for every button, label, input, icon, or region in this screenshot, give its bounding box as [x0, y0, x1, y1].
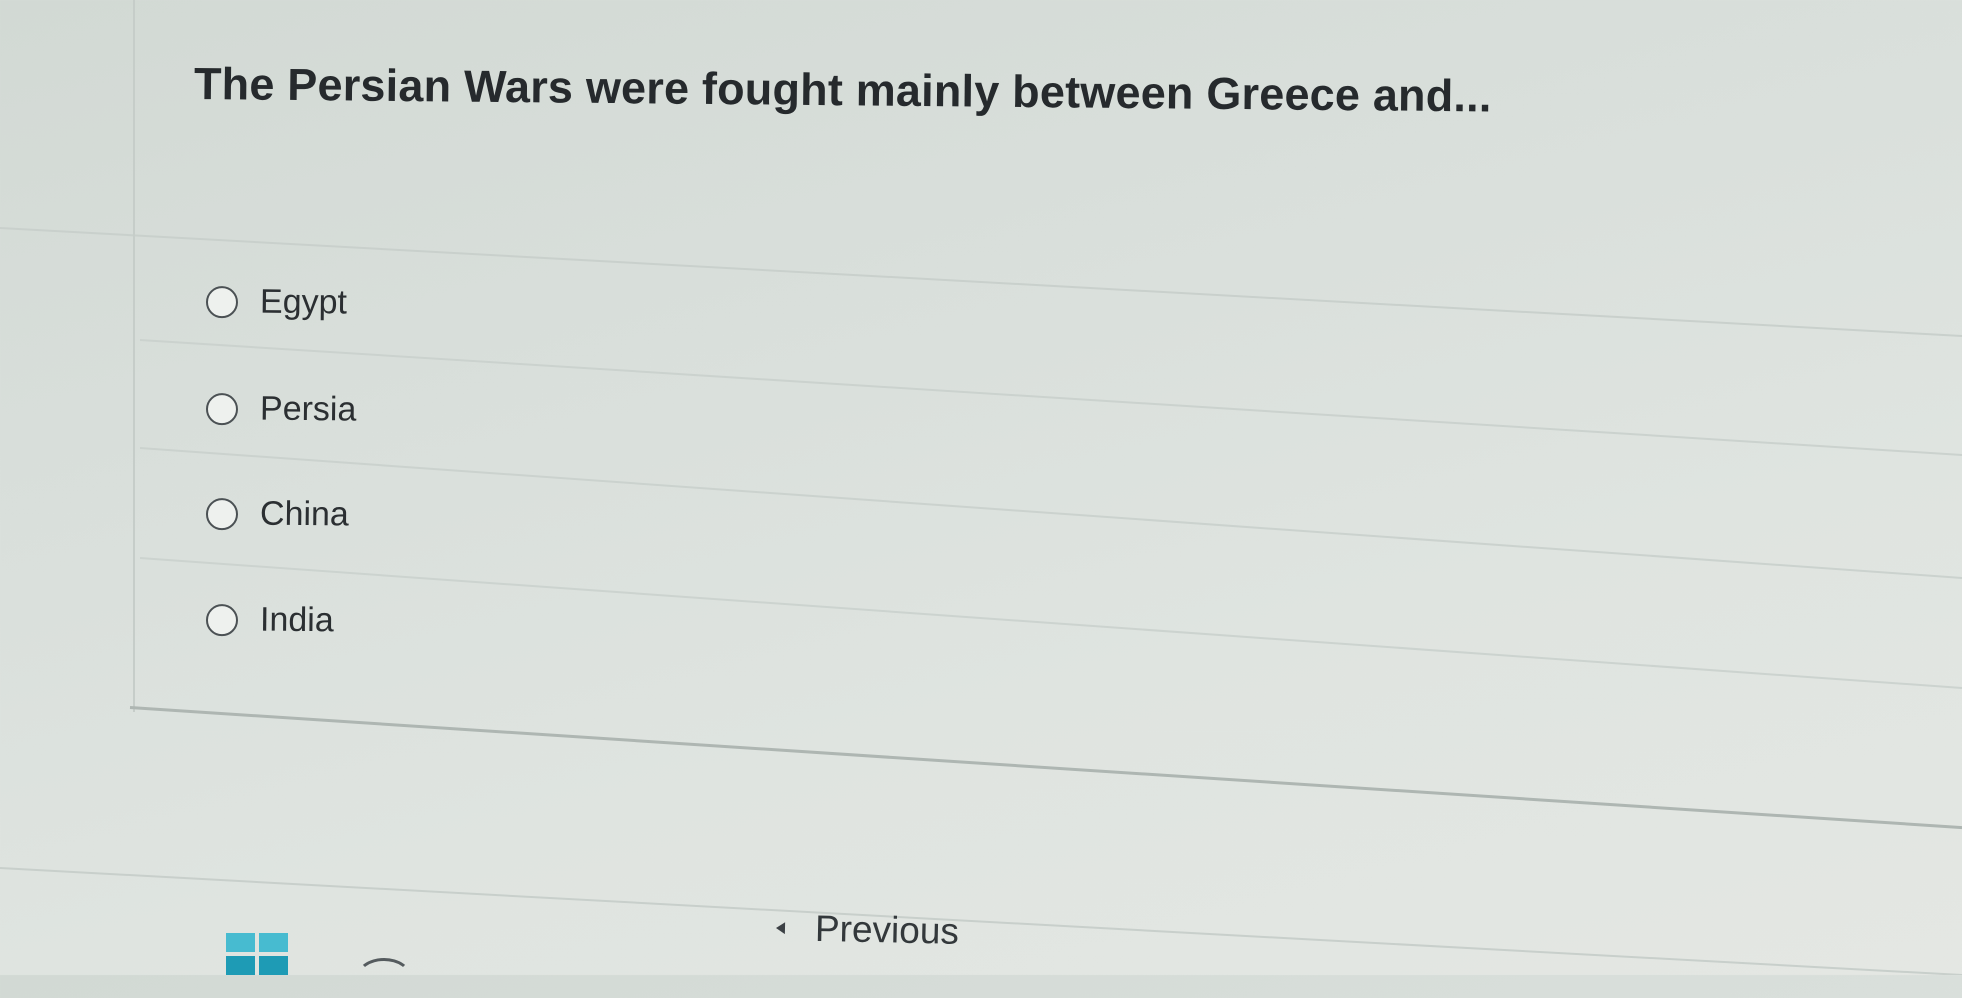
choice-india[interactable]: India	[205, 600, 334, 640]
radio-circle-icon[interactable]	[205, 285, 239, 318]
choice-egypt[interactable]: Egypt	[205, 282, 348, 322]
previous-button[interactable]: Previous	[775, 907, 960, 953]
radio-circle-icon[interactable]	[205, 603, 239, 636]
radio-circle-icon[interactable]	[205, 497, 239, 530]
choice-china[interactable]: China	[205, 494, 350, 534]
windows-icon[interactable]	[226, 933, 288, 975]
choice-persia[interactable]: Persia	[205, 389, 357, 430]
choice-label: China	[259, 494, 350, 534]
radio-circle-icon[interactable]	[205, 392, 239, 425]
choice-label: Egypt	[259, 282, 348, 322]
panel-divider	[129, 706, 1962, 830]
choice-label: Persia	[259, 389, 357, 429]
taskbar-search-icon[interactable]	[356, 958, 412, 998]
choice-label: India	[259, 600, 334, 640]
chevron-left-icon	[775, 922, 786, 935]
previous-label: Previous	[814, 907, 960, 952]
